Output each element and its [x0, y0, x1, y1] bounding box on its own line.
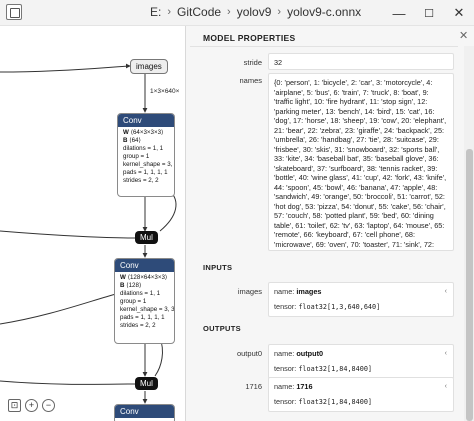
edge-left-3	[0, 293, 117, 325]
node-conv-1-title: Conv	[118, 114, 174, 127]
attr-group: group = 1	[120, 298, 147, 305]
edge-left-1	[0, 63, 131, 73]
app-icon	[6, 4, 22, 20]
node-conv-3-title: Conv	[115, 405, 174, 418]
output0-tensor-type: float32[1,84,8400]	[298, 364, 373, 373]
weight-label: W	[120, 274, 126, 281]
attr-kernel-shape: kernel_shape = 3, 3	[120, 306, 175, 313]
output-1716-box[interactable]: ‹ name: 1716 tensor: float32[1,84,8400]	[268, 377, 454, 412]
close-window-button[interactable]: ✕	[444, 0, 474, 26]
names-label: names	[239, 76, 262, 85]
graph-edges	[0, 63, 177, 404]
names-value: {0: 'person', 1: 'bicycle', 2: 'car', 3:…	[268, 73, 454, 251]
output-1716-tensor-type: float32[1,84,8400]	[298, 397, 373, 406]
stride-label: stride	[243, 58, 262, 67]
attr-pads: pads = 1, 1, 1, 1	[123, 169, 168, 176]
stride-value: 32	[268, 53, 454, 70]
inputs-header: INPUTS	[203, 263, 233, 272]
panel-title: MODEL PROPERTIES	[203, 33, 296, 43]
output-1716-label: 1716	[245, 382, 262, 391]
node-conv-3[interactable]: Conv	[114, 404, 175, 421]
tensor-key: tensor:	[274, 396, 297, 406]
node-conv-2-title: Conv	[115, 259, 174, 272]
bias-shape: ⟨64⟩	[129, 137, 141, 144]
model-properties-panel: MODEL PROPERTIES ✕ stride 32 names {0: '…	[185, 26, 474, 421]
panel-scrollbar-thumb[interactable]	[466, 149, 473, 421]
weight-label: W	[123, 129, 129, 136]
attr-pads: pads = 1, 1, 1, 1	[120, 314, 165, 321]
input-images-label: images	[237, 287, 262, 296]
divider	[190, 46, 458, 47]
expand-icon[interactable]: ‹	[445, 287, 447, 297]
breadcrumb: E: › GitCode › yolov9 › yolov9-c.onnx	[150, 5, 361, 19]
expand-icon[interactable]: ‹	[445, 349, 447, 359]
fit-view-icon[interactable]: ⊡	[8, 399, 21, 412]
zoom-toolbar: ⊡ + −	[8, 399, 55, 412]
input-images-box[interactable]: ‹ name: images tensor: float32[1,3,640,6…	[268, 282, 454, 317]
bias-label: B	[120, 282, 125, 289]
zoom-in-icon[interactable]: +	[25, 399, 38, 412]
tensor-key: tensor:	[274, 301, 297, 311]
graph-canvas[interactable]: images 1×3×640× Conv W ⟨64×3×3×3⟩ B ⟨64⟩…	[0, 26, 185, 421]
title-bar: E: › GitCode › yolov9 › yolov9-c.onnx — …	[0, 0, 474, 26]
close-panel-icon[interactable]: ✕	[459, 29, 468, 42]
graph-input-images[interactable]: images	[130, 59, 168, 74]
minimize-button[interactable]: —	[384, 0, 414, 26]
attr-dilations: dilations = 1, 1	[123, 145, 164, 152]
node-conv-1[interactable]: Conv W ⟨64×3×3×3⟩ B ⟨64⟩ dilations = 1, …	[117, 113, 175, 197]
attr-dilations: dilations = 1, 1	[120, 290, 161, 297]
weight-shape: ⟨128×64×3×3⟩	[127, 274, 168, 281]
edge-shape-label: 1×3×640×	[150, 88, 180, 95]
name-key: name:	[274, 349, 295, 358]
attr-strides: strides = 2, 2	[120, 322, 156, 329]
attr-group: group = 1	[123, 153, 150, 160]
tensor-key: tensor:	[274, 363, 297, 373]
edge-left-4	[0, 380, 136, 385]
name-key: name:	[274, 382, 295, 391]
chevron-right-icon: ›	[167, 6, 172, 18]
chevron-right-icon: ›	[227, 6, 231, 18]
edge-left-2	[0, 230, 136, 239]
input-name: images	[296, 287, 322, 296]
breadcrumb-folder-gitcode[interactable]: GitCode	[177, 5, 221, 19]
output-1716-name: 1716	[296, 382, 313, 391]
edge-conv1-sigmoid	[159, 190, 177, 232]
chevron-right-icon: ›	[277, 6, 282, 18]
bias-shape: ⟨128⟩	[126, 282, 142, 289]
maximize-button[interactable]: ☐	[414, 0, 444, 26]
breadcrumb-folder-yolov9[interactable]: yolov9	[237, 5, 272, 19]
node-mul-2[interactable]: Mul	[135, 377, 158, 390]
outputs-header: OUTPUTS	[203, 324, 241, 333]
zoom-out-icon[interactable]: −	[42, 399, 55, 412]
input-tensor-type: float32[1,3,640,640]	[298, 302, 381, 311]
output0-box[interactable]: ‹ name: output0 tensor: float32[1,84,840…	[268, 344, 454, 379]
attr-strides: strides = 2, 2	[123, 177, 159, 184]
bias-label: B	[123, 137, 128, 144]
node-conv-2[interactable]: Conv W ⟨128×64×3×3⟩ B ⟨128⟩ dilations = …	[114, 258, 175, 344]
output0-name: output0	[296, 349, 324, 358]
attr-kernel-shape: kernel_shape = 3, 3	[123, 161, 175, 168]
name-key: name:	[274, 287, 295, 296]
breadcrumb-file[interactable]: yolov9-c.onnx	[287, 5, 361, 19]
expand-icon[interactable]: ‹	[445, 382, 447, 392]
breadcrumb-drive[interactable]: E:	[150, 5, 161, 19]
output0-label: output0	[236, 349, 262, 358]
node-mul-1[interactable]: Mul	[135, 231, 158, 244]
weight-shape: ⟨64×3×3×3⟩	[130, 129, 164, 136]
